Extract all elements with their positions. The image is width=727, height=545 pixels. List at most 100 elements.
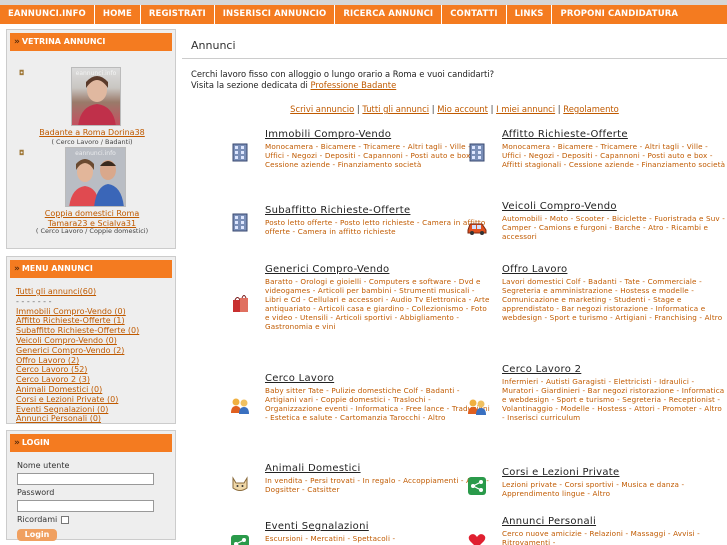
vetrina-photo-2[interactable]: eannunci.info <box>65 147 126 207</box>
category-immobili: Immobili Compro-Vendo Monocamera - Bicam… <box>232 129 490 169</box>
category-title[interactable]: Offro Lavoro <box>502 264 727 276</box>
intro-text: Cerchi lavoro fisso con alloggio o lungo… <box>191 69 494 90</box>
remember-row: Ricordami <box>17 515 175 525</box>
menu-item-offro-lavoro[interactable]: Offro Lavoro (2) <box>16 356 175 366</box>
category-title[interactable]: Cerco Lavoro <box>265 373 490 385</box>
category-subcategories[interactable]: Automobili - Moto - Scooter - Biciclette… <box>502 214 727 241</box>
sidebar: » VETRINA ANNUNCI ◘ eannunci.info Badant… <box>6 29 176 545</box>
shopping-icon <box>229 292 251 314</box>
regolamento-link[interactable]: Regolamento <box>563 104 619 114</box>
category-generici: Generici Compro-Vendo Baratto - Orologi … <box>233 264 490 331</box>
title-divider <box>182 58 727 59</box>
main-content: Annunci Cerchi lavoro fisso con alloggio… <box>182 29 727 545</box>
building-icon <box>229 211 251 233</box>
nav-contatti[interactable]: CONTATTI <box>442 5 507 24</box>
category-subcategories[interactable]: Monocamera - Bicamere - Tricamere - Altr… <box>265 142 490 169</box>
category-subcategories[interactable]: Baratto - Orologi e gioielli - Computers… <box>265 277 490 331</box>
category-cerco-lavoro: Cerco Lavoro Baby sitter Tate - Pulizie … <box>231 373 490 422</box>
category-subcategories[interactable]: Lavori domestici Colf - Badanti - Tate -… <box>502 277 727 322</box>
category-subcategories[interactable]: Baby sitter Tate - Pulizie domestiche Co… <box>265 386 490 422</box>
category-title[interactable]: Animali Domestici <box>265 463 490 475</box>
category-title[interactable]: Annunci Personali <box>502 516 727 528</box>
menu-item-subaffitto[interactable]: Subaffitto Richieste-Offerte (0) <box>16 326 175 336</box>
tutti-annunci-link[interactable]: Tutti gli annunci <box>362 104 429 114</box>
category-title[interactable]: Eventi Segnalazioni <box>265 521 490 533</box>
double-chevron-icon: » <box>14 438 20 448</box>
mio-account-link[interactable]: Mio account <box>437 104 488 114</box>
building-icon <box>466 141 488 163</box>
intro-line-1: Cerchi lavoro fisso con alloggio o lungo… <box>191 69 495 79</box>
scrivi-annuncio-link[interactable]: Scrivi annuncio <box>290 104 354 114</box>
vetrina-sub-2: ( Cerco Lavoro / Coppie domestici) <box>35 227 149 235</box>
category-subcategories[interactable]: Escursioni - Mercatini - Spettacoli - <box>265 534 490 543</box>
remember-checkbox[interactable] <box>61 516 70 524</box>
category-subcategories[interactable]: In vendita - Persi trovati - In regalo -… <box>265 476 490 494</box>
vetrina-header: » VETRINA ANNUNCI <box>10 33 172 51</box>
remember-label: Ricordami <box>17 515 58 524</box>
category-title[interactable]: Corsi e Lezioni Private <box>502 467 727 479</box>
nav-inserisci-annuncio[interactable]: INSERISCI ANNUNCIO <box>215 5 336 24</box>
main-navbar: EANNUNCI.INFO HOME REGISTRATI INSERISCI … <box>0 5 727 24</box>
vetrina-link-2[interactable]: Coppia domestici Roma Tamara23 e Scialva… <box>12 209 172 229</box>
nav-brand[interactable]: EANNUNCI.INFO <box>0 5 95 24</box>
menu-item-cerco-lavoro[interactable]: Cerco Lavoro (52) <box>16 365 175 375</box>
people-icon <box>229 395 251 417</box>
category-subcategories[interactable]: Monocamera - Bicamere - Tricamere - Altr… <box>502 142 727 169</box>
vetrina-title: VETRINA ANNUNCI <box>21 37 106 46</box>
menu-separator: - - - - - - - <box>16 296 52 306</box>
page-title: Annunci <box>191 39 236 52</box>
miei-annunci-link[interactable]: I miei annunci <box>496 104 555 114</box>
category-veicoli: Veicoli Compro-Vendo Automobili - Moto -… <box>467 201 727 241</box>
password-label: Password <box>17 488 55 497</box>
category-subaffitto: Subaffitto Richieste-Offerte Posto letto… <box>232 205 490 236</box>
username-input[interactable] <box>17 473 154 485</box>
vetrina-photo-1[interactable]: eannunci.info <box>71 67 121 126</box>
menu-item-veicoli[interactable]: Veicoli Compro-Vendo (0) <box>16 336 175 346</box>
category-corsi: Corsi e Lezioni Private Lezioni private … <box>468 467 727 498</box>
category-title[interactable]: Affitto Richieste-Offerte <box>502 129 727 141</box>
category-affitto: Affitto Richieste-Offerte Monocamera - B… <box>469 129 727 169</box>
double-chevron-icon: » <box>14 264 20 274</box>
menu-annunci-title: MENU ANNUNCI <box>21 264 93 273</box>
nav-ricerca-annunci[interactable]: RICERCA ANNUNCI <box>335 5 443 24</box>
car-icon <box>466 217 488 239</box>
category-title[interactable]: Cerco Lavoro 2 <box>502 364 727 376</box>
login-header: » LOGIN <box>10 434 172 452</box>
category-animali: Animali Domestici In vendita - Persi tro… <box>232 463 490 494</box>
login-button[interactable]: Login <box>17 529 57 541</box>
category-subcategories[interactable]: Cerco nuove amicizie - Relazioni - Massa… <box>502 529 727 545</box>
category-subcategories[interactable]: Infermieri - Autisti Garagisti - Elettri… <box>502 377 727 422</box>
nav-links[interactable]: LINKS <box>507 5 553 24</box>
nav-proponi-candidatura[interactable]: PROPONI CANDIDATURA <box>552 5 686 24</box>
nav-registrati[interactable]: REGISTRATI <box>141 5 215 24</box>
vetrina-link-1[interactable]: Badante a Roma Dorina38 <box>12 128 172 138</box>
category-title[interactable]: Subaffitto Richieste-Offerte <box>265 205 490 217</box>
category-personali: Annunci Personali Cerco nuove amicizie -… <box>468 516 727 545</box>
professione-badante-link[interactable]: Professione Badante <box>310 80 396 90</box>
menu-item-personali[interactable]: Annunci Personali (0) <box>16 414 175 424</box>
password-input[interactable] <box>17 500 154 512</box>
category-subcategories[interactable]: Posto letto offerte - Posto letto richie… <box>265 218 490 236</box>
category-title[interactable]: Generici Compro-Vendo <box>265 264 490 276</box>
vetrina-sub-1: ( Cerco Lavoro / Badanti) <box>51 138 133 146</box>
vetrina-link-2-line1: Coppia domestici Roma <box>44 209 140 218</box>
username-label: Nome utente <box>17 461 70 470</box>
category-eventi: Eventi Segnalazioni Escursioni - Mercati… <box>231 521 490 545</box>
category-subcategories[interactable]: Lezioni private - Corsi sportivi - Music… <box>502 480 727 498</box>
people-icon <box>466 396 488 418</box>
menu-item-generici[interactable]: Generici Compro-Vendo (2) <box>16 346 175 356</box>
menu-item-all[interactable]: Tutti gli annunci(60) <box>16 287 175 297</box>
building-icon <box>229 141 251 163</box>
menu-item-immobili[interactable]: Immobili Compro-Vendo (0) <box>16 307 175 317</box>
menu-item-corsi[interactable]: Corsi e Lezioni Private (0) <box>16 395 175 405</box>
login-title: LOGIN <box>21 438 50 447</box>
menu-annunci-list: Tutti gli annunci(60) - - - - - - - Immo… <box>7 281 175 424</box>
nav-home[interactable]: HOME <box>95 5 141 24</box>
menu-item-animali[interactable]: Animali Domestici (0) <box>16 385 175 395</box>
menu-item-affitto[interactable]: Affitto Richieste-Offerte (1) <box>16 316 175 326</box>
menu-item-cerco-lavoro-2[interactable]: Cerco Lavoro 2 (3) <box>16 375 175 385</box>
category-title[interactable]: Immobili Compro-Vendo <box>265 129 490 141</box>
menu-item-eventi[interactable]: Eventi Segnalazioni (0) <box>16 405 175 415</box>
category-offro-lavoro: Offro Lavoro Lavori domestici Colf - Bad… <box>502 264 727 322</box>
category-title[interactable]: Veicoli Compro-Vendo <box>502 201 727 213</box>
